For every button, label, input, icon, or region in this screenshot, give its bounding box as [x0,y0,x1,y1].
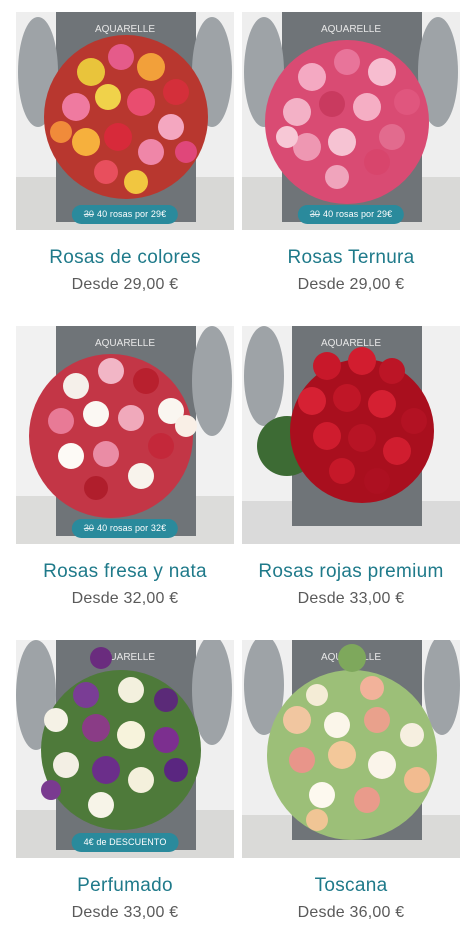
product-title[interactable]: Rosas rojas premium [242,561,460,583]
apron-brand-text: AQUARELLE [321,338,381,349]
product-title[interactable]: Toscana [242,875,460,897]
product-card[interactable]: AQUARELLE 4€ de DESCUENTO Perfumado Desd… [16,640,234,930]
product-photo[interactable]: AQUARELLE [242,640,460,858]
product-card[interactable]: AQUARELLE 30 40 rosas por 32€ Rosas fresa… [16,326,234,616]
product-title[interactable]: Rosas fresa y nata [16,561,234,583]
promo-badge: 30 40 rosas por 32€ [71,519,179,538]
product-photo[interactable]: AQUARELLE 30 40 rosas por 29€ [242,12,460,230]
product-photo[interactable]: AQUARELLE [16,12,234,230]
product-title[interactable]: Perfumado [16,875,234,897]
apron-brand-text: AQUARELLE [95,24,155,35]
product-grid: AQUARELLE 30 40 rosas por 29€ Rosas de c… [0,0,475,932]
bouquet-image-pastel-roses: AQUARELLE [242,640,460,858]
product-card[interactable]: AQUARELLE Rosas rojas premium Desde 33,0… [242,326,460,616]
bouquet-image-red-roses: AQUARELLE [242,326,460,544]
product-photo[interactable]: AQUARELLE 30 40 rosas por 32€ [16,326,234,544]
promo-badge: 30 40 rosas por 29€ [297,205,405,224]
product-price: Desde 32,00 € [71,590,179,607]
apron-brand-text: AQUARELLE [321,24,381,35]
bouquet-image-pink-roses: AQUARELLE [242,12,460,230]
product-photo[interactable]: AQUARELLE [242,326,460,544]
product-price: Desde 29,00 € [297,276,405,293]
product-title[interactable]: Rosas de colores [16,247,234,269]
promo-badge: 4€ de DESCUENTO [71,833,179,852]
bouquet-image-purple-white-flowers: AQUARELLE [16,640,234,858]
product-card[interactable]: AQUARELLE 30 40 rosas por 29€ Rosas de c… [16,12,234,302]
promo-badge: 30 40 rosas por 29€ [71,205,179,224]
product-title[interactable]: Rosas Ternura [242,247,460,269]
product-card[interactable]: AQUARELLE Toscana Desde 36,00 € [242,640,460,930]
bouquet-image-mixed-roses: AQUARELLE [16,12,234,230]
product-price: Desde 33,00 € [71,904,179,921]
product-card[interactable]: AQUARELLE 30 40 rosas por 29€ Rosas Tern… [242,12,460,302]
product-price: Desde 33,00 € [297,590,405,607]
product-price: Desde 36,00 € [297,904,405,921]
apron-brand-text: AQUARELLE [95,338,155,349]
bouquet-image-strawberry-cream-roses: AQUARELLE [16,326,234,544]
product-price: Desde 29,00 € [71,276,179,293]
product-photo[interactable]: AQUARELLE 4€ de DESCUENTO [16,640,234,858]
